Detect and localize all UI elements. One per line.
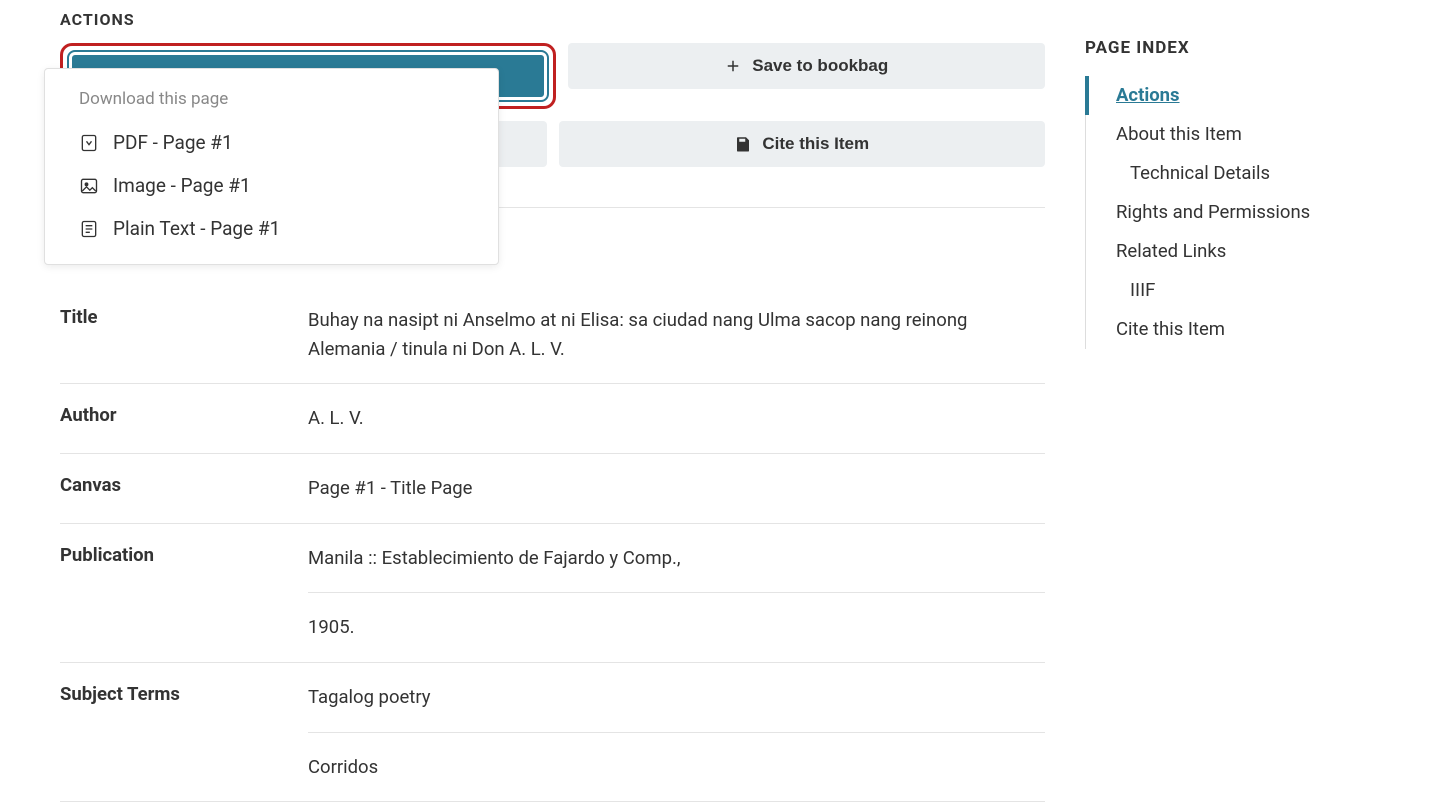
download-text-label: Plain Text - Page #1 bbox=[113, 217, 280, 240]
metadata-value: Buhay na nasipt ni Anselmo at ni Elisa: … bbox=[308, 286, 1045, 384]
download-dropdown: Download this page PDF - Page #1 Image -… bbox=[44, 68, 499, 265]
metadata-table: TitleBuhay na nasipt ni Anselmo at ni El… bbox=[60, 286, 1045, 802]
metadata-label: Publication bbox=[60, 524, 308, 663]
page-index-item[interactable]: About this Item bbox=[1086, 115, 1370, 154]
page-index-item[interactable]: Related Links bbox=[1086, 232, 1370, 271]
page-index-item[interactable]: Technical Details bbox=[1086, 154, 1370, 193]
image-icon bbox=[79, 176, 99, 196]
page-index-item[interactable]: IIIF bbox=[1086, 271, 1370, 310]
save-to-bookbag-label: Save to bookbag bbox=[752, 56, 888, 76]
cite-item-label: Cite this Item bbox=[762, 134, 869, 154]
download-text-option[interactable]: Plain Text - Page #1 bbox=[45, 207, 498, 250]
download-image-option[interactable]: Image - Page #1 bbox=[45, 164, 498, 207]
page-index-list: ActionsAbout this ItemTechnical DetailsR… bbox=[1085, 76, 1370, 349]
metadata-value-col: Page #1 - Title Page bbox=[308, 454, 1045, 524]
page-index-heading: PAGE INDEX bbox=[1085, 38, 1370, 58]
file-text-icon bbox=[79, 219, 99, 239]
metadata-label: Subject Terms bbox=[60, 663, 308, 802]
metadata-row: CanvasPage #1 - Title Page bbox=[60, 454, 1045, 524]
metadata-value-col: Tagalog poetryCorridos bbox=[308, 663, 1045, 802]
cite-item-button[interactable]: Cite this Item bbox=[559, 121, 1046, 167]
metadata-label: Author bbox=[60, 384, 308, 454]
download-pdf-option[interactable]: PDF - Page #1 bbox=[45, 121, 498, 164]
metadata-row: PublicationManila :: Establecimiento de … bbox=[60, 524, 1045, 663]
metadata-value-col: Manila :: Establecimiento de Fajardo y C… bbox=[308, 524, 1045, 663]
metadata-value: Corridos bbox=[308, 733, 1045, 802]
metadata-label: Canvas bbox=[60, 454, 308, 524]
metadata-row: AuthorA. L. V. bbox=[60, 384, 1045, 454]
metadata-value: Tagalog poetry bbox=[308, 663, 1045, 733]
page-index-item[interactable]: Actions bbox=[1085, 76, 1370, 115]
metadata-value: A. L. V. bbox=[308, 384, 1045, 454]
page-index-item[interactable]: Cite this Item bbox=[1086, 310, 1370, 349]
metadata-row: Subject TermsTagalog poetryCorridos bbox=[60, 663, 1045, 802]
metadata-row: TitleBuhay na nasipt ni Anselmo at ni El… bbox=[60, 286, 1045, 384]
metadata-label: Title bbox=[60, 286, 308, 384]
download-image-label: Image - Page #1 bbox=[113, 174, 251, 197]
save-to-bookbag-button[interactable]: Save to bookbag bbox=[568, 43, 1046, 89]
plus-icon bbox=[724, 57, 742, 75]
actions-heading: ACTIONS bbox=[60, 10, 1045, 29]
metadata-value-col: A. L. V. bbox=[308, 384, 1045, 454]
metadata-value: Page #1 - Title Page bbox=[308, 454, 1045, 524]
metadata-value: 1905. bbox=[308, 593, 1045, 663]
metadata-value: Manila :: Establecimiento de Fajardo y C… bbox=[308, 524, 1045, 594]
file-pdf-icon bbox=[79, 133, 99, 153]
metadata-value-col: Buhay na nasipt ni Anselmo at ni Elisa: … bbox=[308, 286, 1045, 384]
save-icon bbox=[734, 135, 752, 153]
download-dropdown-header: Download this page bbox=[45, 89, 498, 121]
page-index-item[interactable]: Rights and Permissions bbox=[1086, 193, 1370, 232]
download-pdf-label: PDF - Page #1 bbox=[113, 131, 233, 154]
